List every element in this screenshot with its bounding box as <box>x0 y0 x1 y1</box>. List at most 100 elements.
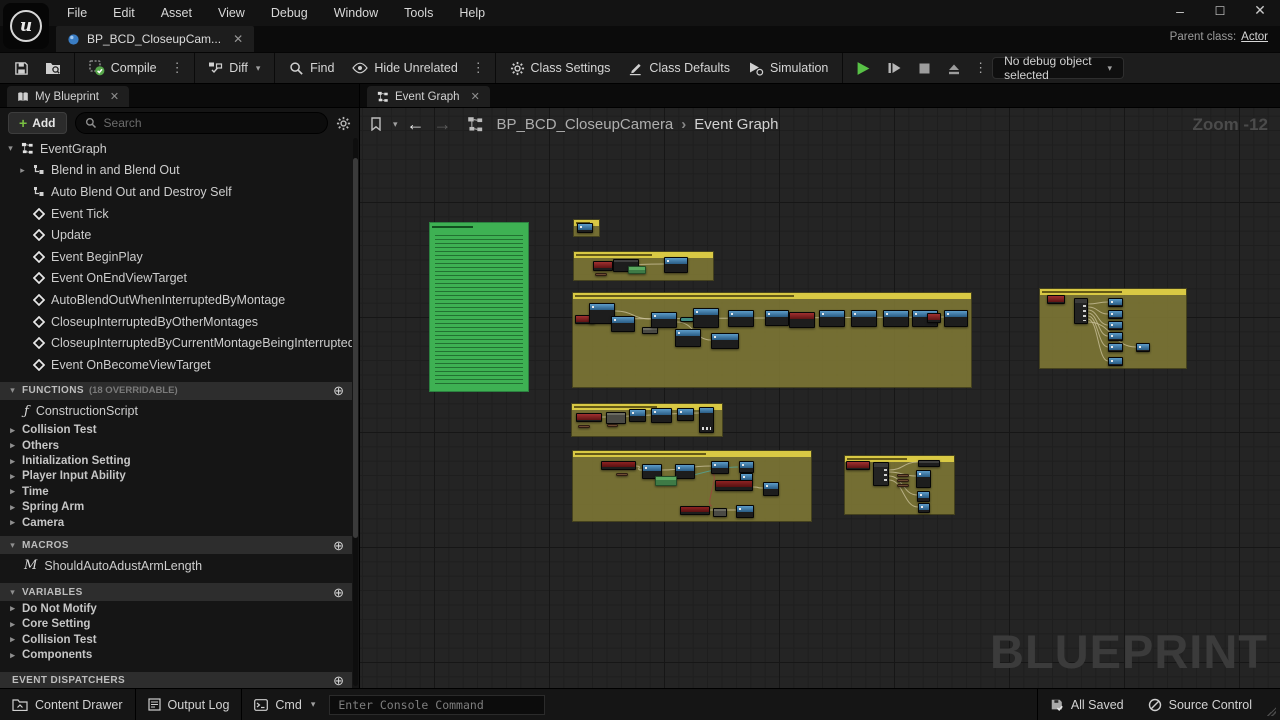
graph-node-blue[interactable] <box>1108 321 1123 330</box>
bookmark-icon[interactable] <box>370 117 382 131</box>
graph-node-brown[interactable] <box>897 484 909 487</box>
graph-canvas[interactable]: ▾ ← → BP_BCD_CloseupCamera › Event Graph… <box>360 108 1280 688</box>
macro-item[interactable]: MShouldAutoAdustArmLength <box>0 554 352 577</box>
menu-item-help[interactable]: Help <box>446 0 498 26</box>
caret-icon[interactable]: ▾ <box>6 143 15 154</box>
console-command-input[interactable] <box>338 698 536 712</box>
parent-class-link[interactable]: Actor <box>1241 31 1268 43</box>
caret-right-icon[interactable]: ▸ <box>8 440 17 451</box>
scrollbar-thumb[interactable] <box>353 158 358 538</box>
caret-right-icon[interactable]: ▸ <box>8 425 17 436</box>
close-button[interactable]: ✕ <box>1252 2 1268 19</box>
tab-event-graph[interactable]: Event Graph ✕ <box>367 86 490 107</box>
minimize-button[interactable]: – <box>1172 3 1188 19</box>
category-item[interactable]: ▸Camera <box>0 515 352 530</box>
variables-section-header[interactable]: ▾ VARIABLES ⊕ <box>0 583 352 601</box>
tree-item[interactable]: Event BeginPlay <box>0 246 352 268</box>
tree-scrollbar[interactable] <box>353 138 358 686</box>
caret-right-icon[interactable]: ▸ <box>8 486 17 497</box>
eject-button[interactable] <box>939 53 969 83</box>
breadcrumb-root[interactable]: BP_BCD_CloseupCamera <box>497 116 674 133</box>
stop-button[interactable] <box>910 53 939 83</box>
play-button[interactable] <box>848 53 879 83</box>
category-item[interactable]: ▸Player Input Ability <box>0 469 352 484</box>
macros-section-header[interactable]: ▾ MACROS ⊕ <box>0 536 352 554</box>
caret-right-icon[interactable]: ▸ <box>8 502 17 513</box>
add-variable-icon[interactable]: ⊕ <box>333 586 344 599</box>
graph-node-blue[interactable] <box>1108 357 1123 366</box>
graph-node-blue[interactable] <box>675 464 695 479</box>
menu-item-tools[interactable]: Tools <box>391 0 446 26</box>
add-dispatcher-icon[interactable]: ⊕ <box>333 674 344 687</box>
graph-node-blue[interactable] <box>1108 298 1123 307</box>
graph-node-red[interactable] <box>789 312 815 328</box>
graph-node-blue[interactable] <box>611 316 635 332</box>
graph-node-blue[interactable] <box>1108 332 1123 341</box>
graph-node-blue[interactable] <box>577 223 593 233</box>
graph-node-blue[interactable] <box>763 482 779 496</box>
caret-right-icon[interactable]: ▸ <box>8 456 17 467</box>
asset-tab-close-icon[interactable]: ✕ <box>233 32 243 46</box>
graph-node-seq[interactable] <box>873 462 889 486</box>
graph-node-blue[interactable] <box>917 491 930 502</box>
class-settings-button[interactable]: Class Settings <box>501 53 620 83</box>
breadcrumb-leaf[interactable]: Event Graph <box>694 116 778 133</box>
add-function-icon[interactable]: ⊕ <box>333 384 344 397</box>
functions-section-header[interactable]: ▾ FUNCTIONS (18 OVERRIDABLE) ⊕ <box>0 382 352 400</box>
add-macro-icon[interactable]: ⊕ <box>333 539 344 552</box>
tree-item[interactable]: CloseupInterruptedByCurrentMontageBeingI… <box>0 332 352 354</box>
tree-item[interactable]: Auto Blend Out and Destroy Self <box>0 181 352 203</box>
panel-settings-gear-icon[interactable] <box>336 116 351 131</box>
tab-close-icon[interactable]: ✕ <box>110 90 119 103</box>
tree-item[interactable]: Event OnBecomeViewTarget <box>0 354 352 376</box>
tree-item[interactable]: ▾EventGraph <box>0 138 352 160</box>
tree-item[interactable]: Event OnEndViewTarget <box>0 268 352 290</box>
graph-node-brown[interactable] <box>595 273 607 276</box>
save-button[interactable] <box>6 53 37 83</box>
hide-unrelated-button[interactable]: Hide Unrelated <box>343 53 466 83</box>
graph-node-brown[interactable] <box>578 425 590 428</box>
category-item[interactable]: ▸Time <box>0 484 352 499</box>
caret-right-icon[interactable]: ▸ <box>8 471 17 482</box>
graph-node-blue[interactable] <box>651 312 677 328</box>
menu-item-debug[interactable]: Debug <box>258 0 321 26</box>
graph-node-gray[interactable] <box>642 327 658 334</box>
tab-close-icon[interactable]: ✕ <box>471 90 480 103</box>
graph-node-teal[interactable] <box>680 317 694 322</box>
graph-node-redwide[interactable] <box>601 461 636 470</box>
category-item[interactable]: ▸Do Not Motify <box>0 601 352 616</box>
search-box[interactable] <box>75 112 328 134</box>
graph-node-blue[interactable] <box>765 310 789 326</box>
graph-node-blue[interactable] <box>664 257 688 273</box>
output-log-button[interactable]: Output Log <box>136 689 242 720</box>
category-item[interactable]: ▸Collision Test <box>0 632 352 647</box>
diff-button[interactable]: Diff ▾ <box>199 53 269 83</box>
compile-options-icon[interactable]: ⋮ <box>166 60 189 76</box>
tree-item[interactable]: CloseupInterruptedByOtherMontages <box>0 311 352 333</box>
graph-node-blue[interactable] <box>1108 343 1123 352</box>
graph-node-redwide[interactable] <box>680 506 710 515</box>
cmd-dropdown[interactable]: Cmd ▾ <box>242 689 327 720</box>
graph-node-blue[interactable] <box>819 310 845 327</box>
graph-node-blue[interactable] <box>711 461 729 474</box>
graph-node-blue[interactable] <box>711 333 739 349</box>
all-saved-button[interactable]: All Saved <box>1038 689 1136 720</box>
menu-item-view[interactable]: View <box>205 0 258 26</box>
browse-button[interactable] <box>37 53 69 83</box>
graph-node-blue[interactable] <box>883 310 909 327</box>
graph-node-blue[interactable] <box>918 503 930 513</box>
graph-node-brown[interactable] <box>616 473 628 476</box>
menu-item-asset[interactable]: Asset <box>148 0 205 26</box>
tree-item[interactable]: ▸Blend in and Blend Out <box>0 160 352 182</box>
play-options-icon[interactable]: ⋮ <box>969 60 992 76</box>
graph-node-green[interactable] <box>655 476 677 486</box>
graph-node-dark[interactable] <box>918 460 940 467</box>
graph-node-gray[interactable] <box>606 412 626 424</box>
graph-node-blue[interactable] <box>677 408 694 421</box>
graph-node-brown[interactable] <box>607 424 618 427</box>
tree-item[interactable]: AutoBlendOutWhenInterruptedByMontage <box>0 289 352 311</box>
graph-node-red[interactable] <box>1047 295 1065 304</box>
class-defaults-button[interactable]: Class Defaults <box>619 53 739 83</box>
graph-node-red[interactable] <box>576 413 602 422</box>
caret-right-icon[interactable]: ▸ <box>8 634 17 645</box>
